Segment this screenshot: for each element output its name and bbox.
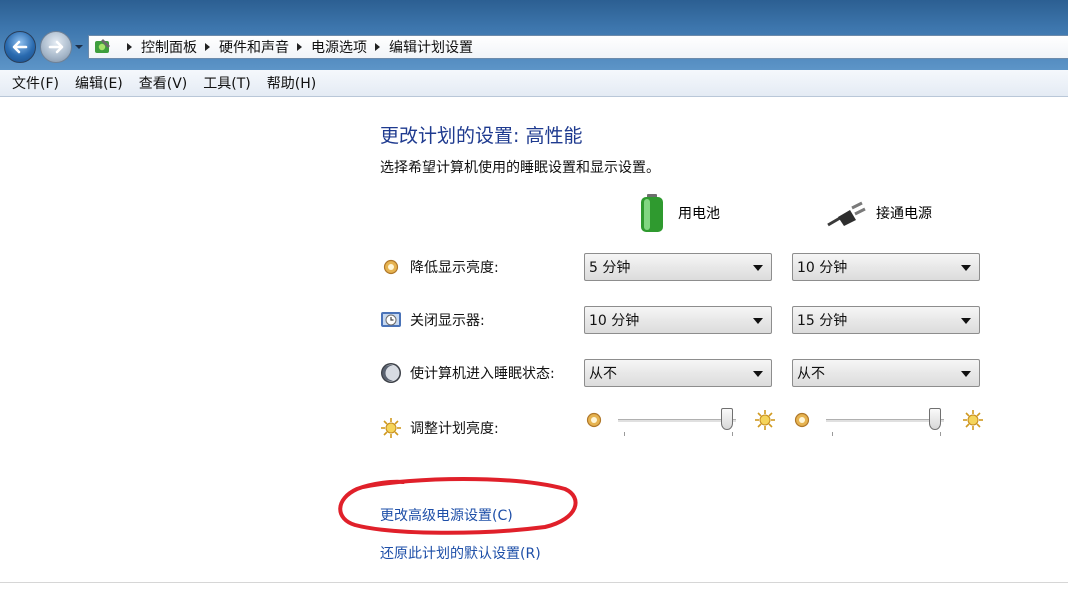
breadcrumb-separator-icon <box>297 43 302 51</box>
breadcrumb-control-panel[interactable]: 控制面板 <box>141 37 197 57</box>
menu-bar: 文件(F) 编辑(E) 查看(V) 工具(T) 帮助(H) <box>0 70 1068 97</box>
display-off-row: 关闭显示器: <box>380 309 485 331</box>
plug-icon <box>827 201 866 227</box>
battery-column-label: 用电池 <box>678 206 720 222</box>
page-title: 更改计划的设置: 高性能 <box>380 125 583 147</box>
slider-thumb[interactable] <box>720 408 733 430</box>
brightness-sun-icon <box>963 410 983 430</box>
menu-view[interactable]: 查看(V) <box>131 73 196 93</box>
slider-tick <box>624 432 625 436</box>
battery-icon <box>641 194 663 232</box>
display-off-plugged-select[interactable]: 15 分钟 <box>792 306 980 334</box>
address-bar[interactable]: 控制面板 硬件和声音 电源选项 编辑计划设置 <box>88 35 1068 59</box>
sleep-label: 使计算机进入睡眠状态: <box>410 366 555 382</box>
forward-button[interactable] <box>40 31 72 63</box>
breadcrumb-separator-icon <box>375 43 380 51</box>
back-arrow-icon <box>12 40 28 54</box>
bottom-divider <box>0 582 1068 583</box>
plugged-column-label: 接通电源 <box>876 206 932 222</box>
chevron-down-icon <box>961 371 971 377</box>
slider-thumb[interactable] <box>928 408 941 430</box>
brightness-battery-slider[interactable] <box>586 406 776 436</box>
battery-column-header: 用电池 <box>636 193 720 233</box>
menu-tools[interactable]: 工具(T) <box>195 73 258 93</box>
slider-tick <box>940 432 941 436</box>
slider-tick <box>732 432 733 436</box>
slider-track <box>618 419 736 422</box>
chevron-down-icon <box>961 265 971 271</box>
plugged-column-header: 接通电源 <box>826 193 932 233</box>
control-panel-icon <box>95 39 110 53</box>
forward-arrow-icon <box>48 40 64 54</box>
restore-defaults-link[interactable]: 还原此计划的默认设置(R) <box>380 543 541 563</box>
display-off-battery-select[interactable]: 10 分钟 <box>584 306 772 334</box>
slider-tick <box>832 432 833 436</box>
sleep-battery-value: 从不 <box>589 366 617 382</box>
menu-help[interactable]: 帮助(H) <box>259 73 324 93</box>
breadcrumb-power-options[interactable]: 电源选项 <box>311 37 367 57</box>
brightness-row: 调整计划亮度: <box>380 417 499 439</box>
page-subtitle: 选择希望计算机使用的睡眠设置和显示设置。 <box>380 160 660 176</box>
advanced-power-settings-link[interactable]: 更改高级电源设置(C) <box>380 505 513 525</box>
chevron-down-icon <box>753 371 763 377</box>
dim-display-plugged-select[interactable]: 10 分钟 <box>792 253 980 281</box>
dim-display-icon <box>794 412 810 428</box>
breadcrumb-hardware-sound[interactable]: 硬件和声音 <box>219 37 289 57</box>
brightness-plugged-slider[interactable] <box>794 406 984 436</box>
display-off-plugged-value: 15 分钟 <box>797 313 848 329</box>
sleep-plugged-select[interactable]: 从不 <box>792 359 980 387</box>
chevron-down-icon <box>961 318 971 324</box>
dim-display-battery-value: 5 分钟 <box>589 260 631 276</box>
sleep-moon-icon <box>380 362 402 384</box>
dim-display-row: 降低显示亮度: <box>380 256 499 278</box>
chevron-down-icon <box>753 265 763 271</box>
menu-file[interactable]: 文件(F) <box>4 73 67 93</box>
breadcrumb-separator-icon <box>127 43 132 51</box>
display-off-battery-value: 10 分钟 <box>589 313 640 329</box>
menu-edit[interactable]: 编辑(E) <box>67 73 131 93</box>
dim-display-battery-select[interactable]: 5 分钟 <box>584 253 772 281</box>
back-button[interactable] <box>4 31 36 63</box>
recent-pages-dropdown-icon[interactable] <box>73 42 85 52</box>
slider-track <box>826 419 944 422</box>
dim-display-icon <box>586 412 602 428</box>
monitor-off-icon <box>380 309 402 331</box>
breadcrumb-edit-plan[interactable]: 编辑计划设置 <box>389 37 473 57</box>
brightness-sun-icon <box>755 410 775 430</box>
dim-display-label: 降低显示亮度: <box>410 260 499 276</box>
dim-display-icon <box>380 256 402 278</box>
title-bar: 控制面板 硬件和声音 电源选项 编辑计划设置 <box>0 0 1068 70</box>
dim-display-plugged-value: 10 分钟 <box>797 260 848 276</box>
sleep-plugged-value: 从不 <box>797 366 825 382</box>
breadcrumb-separator-icon <box>205 43 210 51</box>
sleep-battery-select[interactable]: 从不 <box>584 359 772 387</box>
brightness-label: 调整计划亮度: <box>410 421 499 437</box>
chevron-down-icon <box>753 318 763 324</box>
display-off-label: 关闭显示器: <box>410 313 485 329</box>
sleep-row: 使计算机进入睡眠状态: <box>380 362 555 384</box>
brightness-sun-icon <box>380 417 402 439</box>
